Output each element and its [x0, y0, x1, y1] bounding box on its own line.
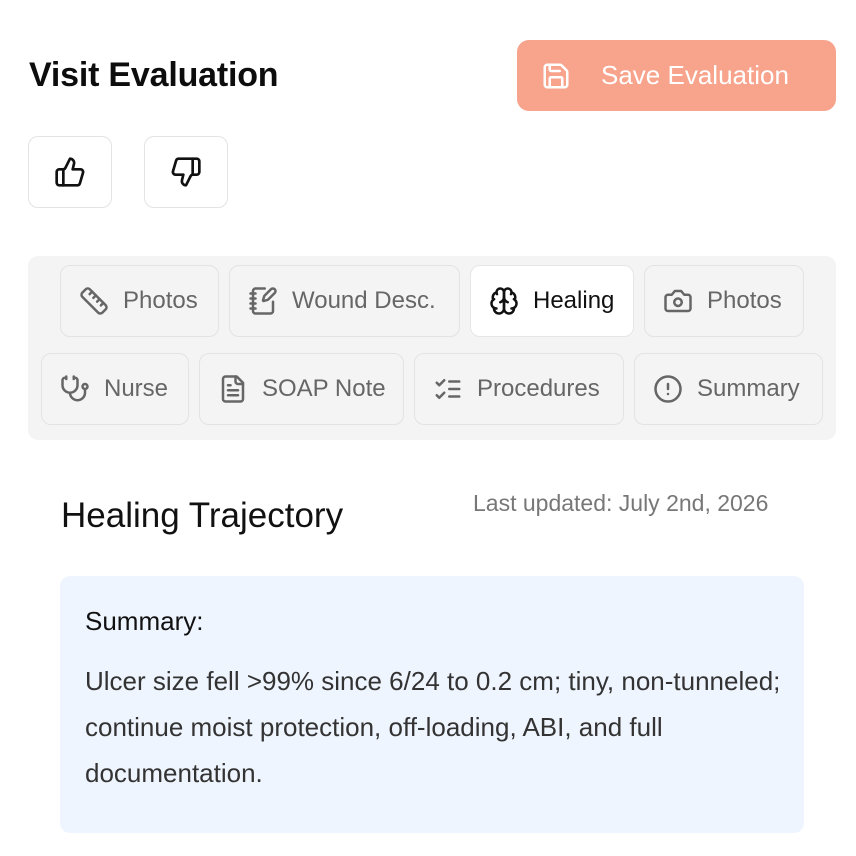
tab-healing[interactable]: Healing [470, 265, 634, 337]
list-checks-icon [433, 374, 463, 404]
thumbs-down-button[interactable] [144, 136, 228, 208]
tab-label: Summary [697, 375, 800, 402]
section-title: Healing Trajectory [61, 496, 344, 535]
alert-circle-icon [653, 374, 683, 404]
page-title: Visit Evaluation [29, 56, 279, 94]
notebook-pen-icon [248, 286, 278, 316]
summary-card: Summary: Ulcer size fell >99% since 6/24… [60, 576, 804, 833]
save-icon [541, 61, 571, 91]
tab-label: Photos [123, 287, 198, 314]
last-updated-text: Last updated: July 2nd, 2026 [473, 490, 769, 516]
thumbs-down-icon [170, 156, 202, 188]
tab-procedures[interactable]: Procedures [414, 353, 624, 425]
tab-label: SOAP Note [262, 375, 386, 402]
tab-nurse[interactable]: Nurse [41, 353, 189, 425]
save-evaluation-label: Save Evaluation [601, 60, 789, 90]
thumbs-up-icon [54, 156, 86, 188]
tab-photos-camera[interactable]: Photos [644, 265, 804, 337]
brain-icon [489, 286, 519, 316]
file-text-icon [218, 374, 248, 404]
visit-evaluation-page: Visit Evaluation Save Evaluation Photos … [0, 0, 856, 856]
camera-icon [663, 286, 693, 316]
tab-summary[interactable]: Summary [634, 353, 823, 425]
tab-soap-note[interactable]: SOAP Note [199, 353, 404, 425]
thumbs-up-button[interactable] [28, 136, 112, 208]
tab-label: Wound Desc. [292, 287, 436, 314]
stethoscope-icon [60, 374, 90, 404]
tab-label: Photos [707, 287, 782, 314]
tab-label: Procedures [477, 375, 600, 402]
save-evaluation-button[interactable]: Save Evaluation [517, 40, 836, 111]
tab-label: Healing [533, 287, 615, 314]
summary-text: Ulcer size fell >99% since 6/24 to 0.2 c… [85, 666, 781, 788]
tab-label: Nurse [104, 375, 169, 402]
tab-wound-desc[interactable]: Wound Desc. [229, 265, 460, 337]
tab-photos-ruler[interactable]: Photos [60, 265, 219, 337]
summary-label: Summary: [85, 606, 204, 636]
ruler-icon [79, 286, 109, 316]
